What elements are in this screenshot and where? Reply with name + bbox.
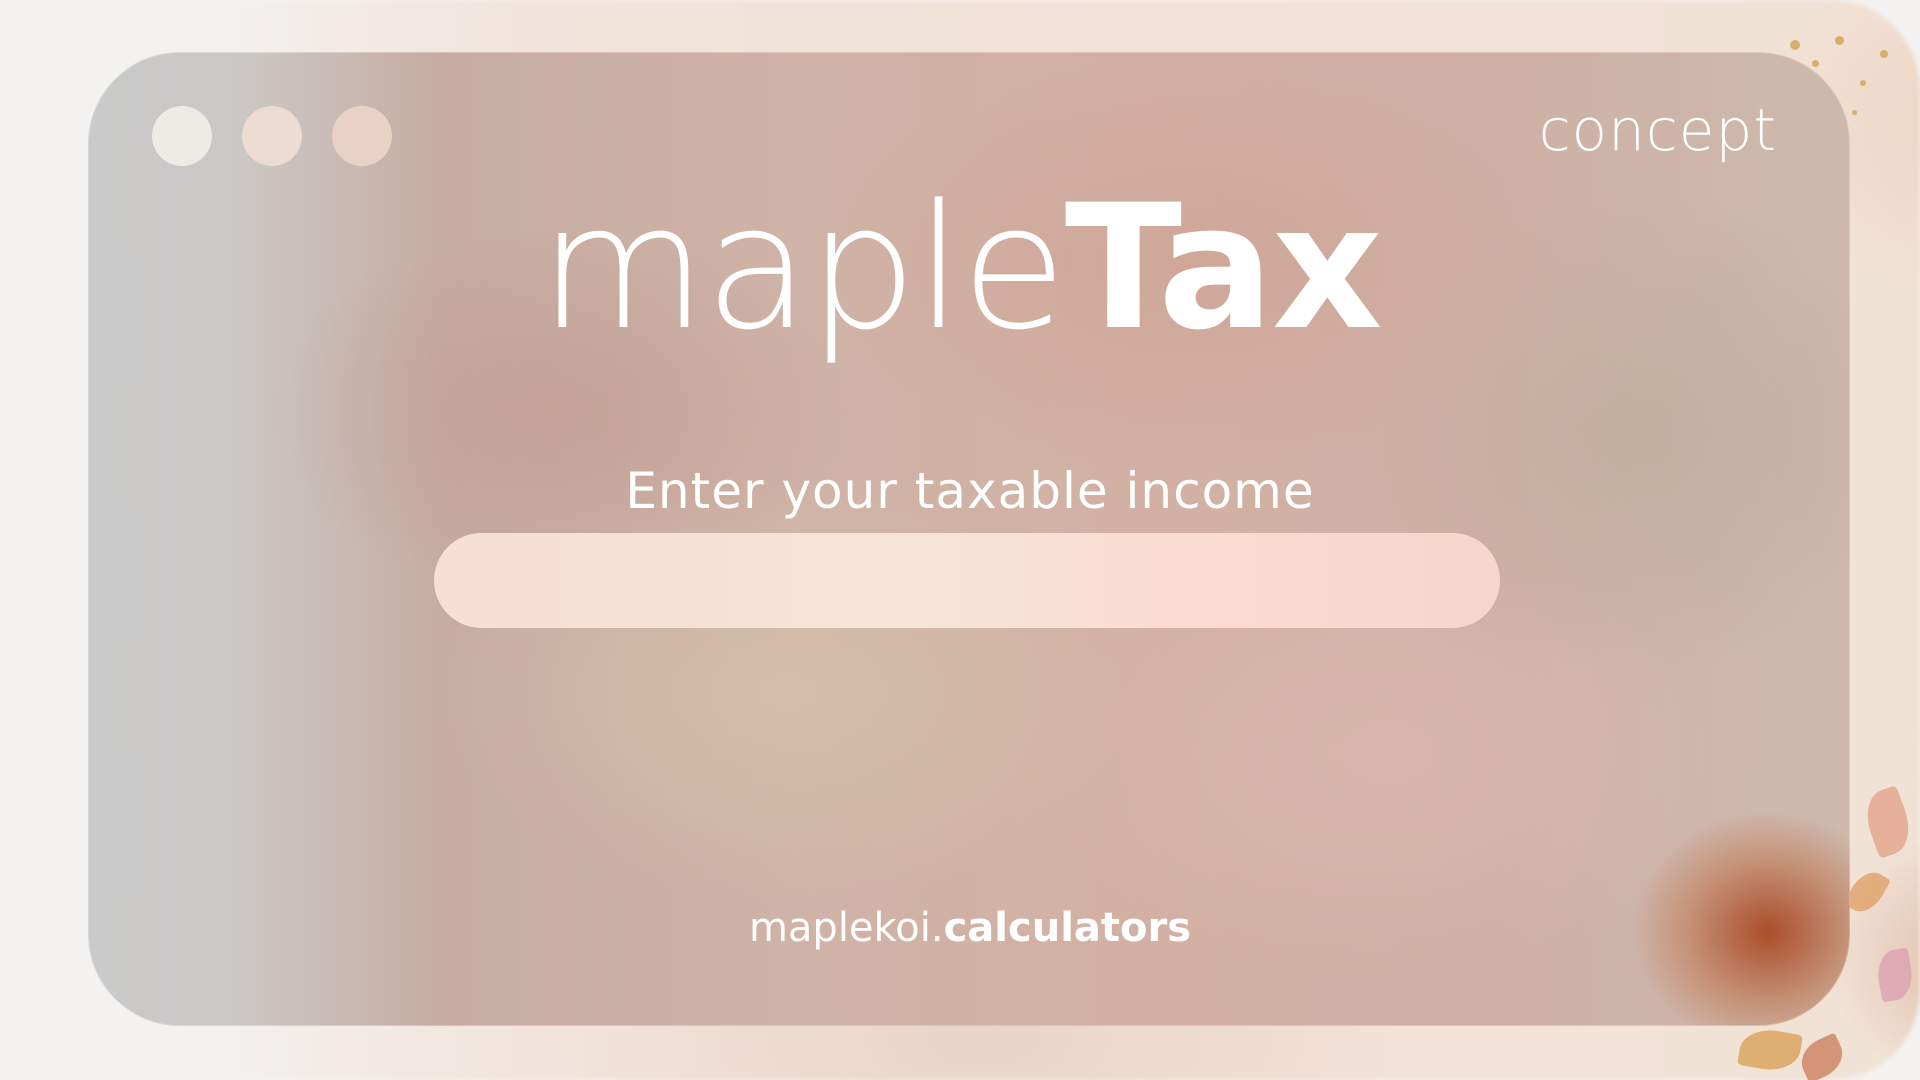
gold-speckle <box>1812 60 1819 67</box>
gold-speckle <box>1880 50 1888 58</box>
concept-label: concept <box>1538 96 1777 164</box>
footer-bold: calculators <box>943 905 1192 951</box>
gold-speckle <box>1835 36 1844 45</box>
title-bold: Tax <box>1064 167 1383 368</box>
gold-speckle <box>1852 110 1857 115</box>
gold-speckle <box>1860 80 1866 86</box>
gold-speckle <box>1790 40 1800 50</box>
footer-brand: maplekoi.calculators <box>0 905 1920 951</box>
maximize-dot[interactable] <box>332 106 392 166</box>
window-controls <box>152 106 392 166</box>
minimize-dot[interactable] <box>242 106 302 166</box>
app-title: mapleTax <box>0 178 1920 358</box>
close-dot[interactable] <box>152 106 212 166</box>
title-light: maple <box>539 167 1067 368</box>
income-prompt: Enter your taxable income <box>625 462 1315 520</box>
income-input[interactable] <box>434 533 1500 628</box>
footer-light: maplekoi. <box>748 905 944 951</box>
